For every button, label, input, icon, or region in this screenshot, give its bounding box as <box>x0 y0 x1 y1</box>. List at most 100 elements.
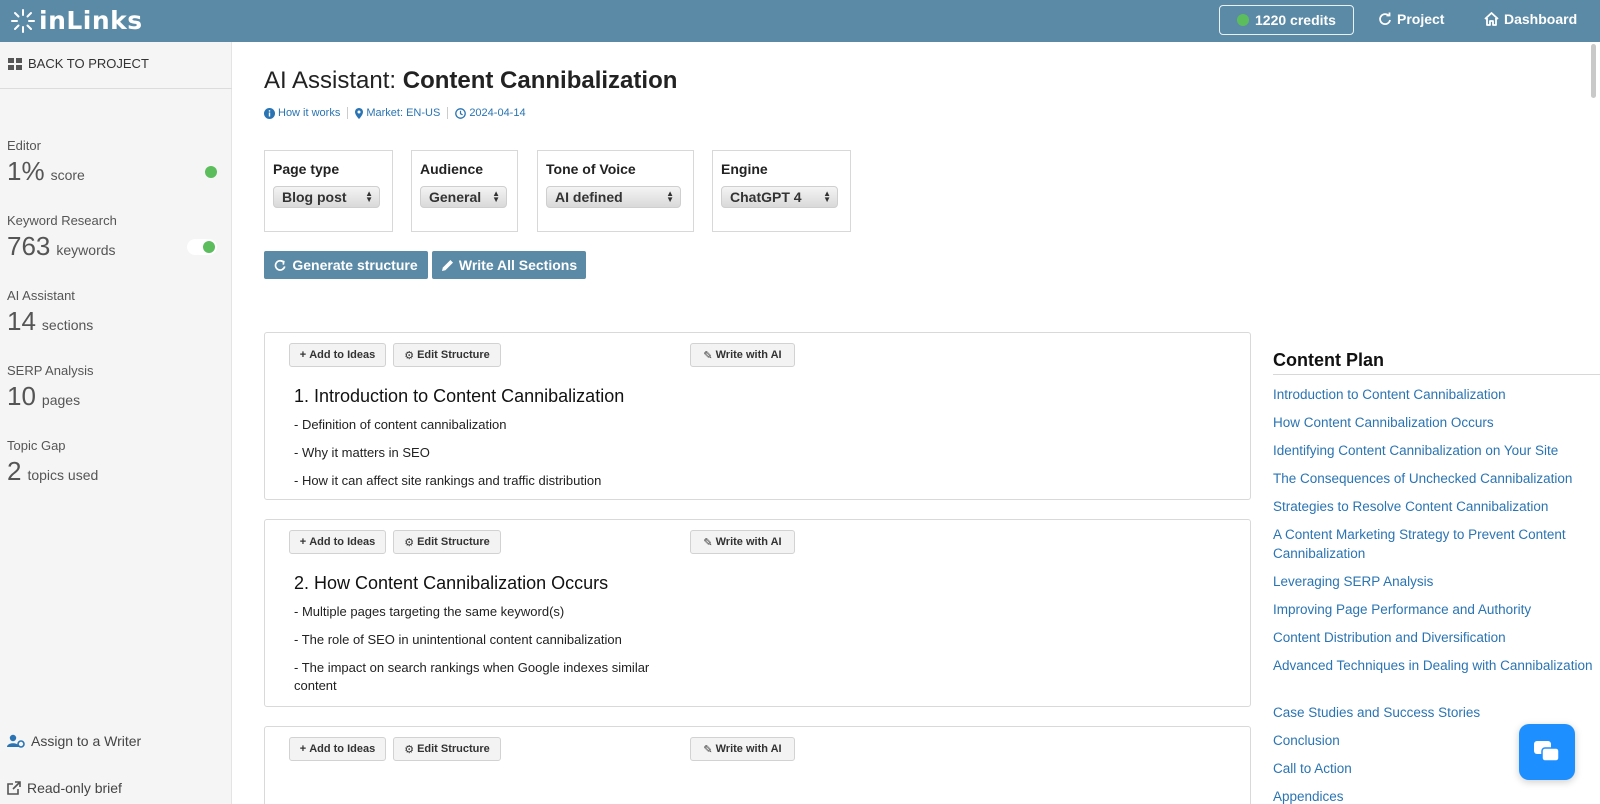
assign-writer-label: Assign to a Writer <box>31 733 142 749</box>
plan-item[interactable]: Appendices <box>1273 787 1593 804</box>
sidebar: BACK TO PROJECT Editor 1% score Keyword … <box>0 42 232 804</box>
add-to-ideas-button[interactable]: + Add to Ideas <box>289 343 386 367</box>
stat-label: Editor <box>7 138 41 153</box>
gear-icon: ⚙ <box>404 743 415 756</box>
sunburst-logo-icon <box>11 8 35 33</box>
engine-option: Engine ChatGPT 4 ▲ ▼ <box>712 150 851 232</box>
section-bullet: - Multiple pages targeting the same keyw… <box>294 604 565 619</box>
plan-item[interactable]: Identifying Content Cannibalization on Y… <box>1273 441 1593 460</box>
write-all-sections-label: Write All Sections <box>458 257 578 273</box>
home-icon <box>1484 12 1499 26</box>
edit-structure-button[interactable]: ⚙ Edit Structure <box>393 737 501 761</box>
info-icon <box>264 107 275 119</box>
select-value: AI defined <box>555 189 623 205</box>
stat-unit: pages <box>41 392 81 408</box>
select-value: General <box>429 189 482 205</box>
credits-label: 1220 credits <box>1255 12 1336 28</box>
refresh-icon <box>1379 12 1391 25</box>
nav-project[interactable]: Project <box>1378 11 1444 27</box>
section-title: 2. How Content Cannibalization Occurs <box>294 573 609 593</box>
nav-dashboard[interactable]: Dashboard <box>1484 11 1577 27</box>
status-toggle[interactable] <box>187 239 217 255</box>
option-label: Tone of Voice <box>546 161 636 177</box>
back-to-project-label: BACK TO PROJECT <box>28 56 149 71</box>
stat-topic-gap[interactable]: Topic Gap 2 topics used <box>7 438 217 486</box>
engine-select[interactable]: ChatGPT 4 ▲ ▼ <box>721 186 838 208</box>
plan-item[interactable]: Advanced Techniques in Dealing with Cann… <box>1273 656 1593 675</box>
status-dot <box>203 241 215 253</box>
button-label: Add to Ideas <box>309 743 376 755</box>
assign-writer-link[interactable]: Assign to a Writer <box>7 733 141 749</box>
plan-item[interactable]: Introduction to Content Cannibalization <box>1273 385 1593 404</box>
select-arrows-icon: ▲ ▼ <box>365 189 373 204</box>
plan-item[interactable]: Strategies to Resolve Content Cannibaliz… <box>1273 497 1593 516</box>
stat-unit: topics used <box>27 467 99 483</box>
stat-ai-assistant[interactable]: AI Assistant 14 sections <box>7 288 217 336</box>
select-arrows-icon: ▲ ▼ <box>492 189 500 204</box>
button-label: Edit Structure <box>417 743 490 755</box>
gear-icon: ⚙ <box>404 349 415 362</box>
option-label: Page type <box>273 161 340 177</box>
stat-label: AI Assistant <box>7 288 75 303</box>
pencil-icon: ✎ <box>703 349 713 362</box>
page-title-prefix: AI Assistant: <box>264 67 397 94</box>
pencil-icon: ✎ <box>703 536 713 549</box>
stat-unit: sections <box>41 317 94 333</box>
section-bullet: - Why it matters in SEO <box>294 445 430 460</box>
select-arrows-icon: ▲ ▼ <box>666 189 674 204</box>
pencil-icon <box>441 259 453 271</box>
generate-structure-button[interactable]: Generate structure <box>264 251 428 279</box>
write-all-sections-button[interactable]: Write All Sections <box>432 251 586 279</box>
stat-serp-analysis[interactable]: SERP Analysis 10 pages <box>7 363 217 411</box>
map-marker-icon <box>355 107 364 119</box>
plan-item[interactable]: Case Studies and Success Stories <box>1273 703 1593 722</box>
section-bullet: - Definition of content cannibalization <box>294 417 507 432</box>
stat-keyword-research[interactable]: Keyword Research 763 keywords <box>7 213 217 261</box>
stat-value: 14 <box>7 306 36 336</box>
section-bullet: - The impact on search rankings when Goo… <box>294 660 650 693</box>
add-to-ideas-button[interactable]: + Add to Ideas <box>289 530 386 554</box>
stat-value: 763 <box>7 231 51 261</box>
logo[interactable]: inLinks <box>10 6 143 35</box>
stat-value: 1% <box>7 156 45 186</box>
write-with-ai-button[interactable]: ✎ Write with AI <box>690 343 795 367</box>
how-it-works-label: How it works <box>278 107 341 119</box>
back-to-project-link[interactable]: BACK TO PROJECT <box>8 56 149 71</box>
plan-item[interactable]: How Content Cannibalization Occurs <box>1273 413 1593 432</box>
page-title-topic: Content Cannibalization <box>402 67 678 94</box>
section-card: + Add to Ideas ⚙ Edit Structure ✎ Write … <box>264 519 1251 707</box>
button-label: Edit Structure <box>417 536 490 548</box>
stat-label: SERP Analysis <box>7 363 94 378</box>
audience-select[interactable]: General ▲ ▼ <box>420 186 507 208</box>
page-type-select[interactable]: Blog post ▲ ▼ <box>273 186 380 208</box>
tone-of-voice-option: Tone of Voice AI defined ▲ ▼ <box>537 150 694 232</box>
option-label: Audience <box>420 161 484 177</box>
plan-item[interactable]: Content Distribution and Diversification <box>1273 628 1593 647</box>
logo-text: inLinks <box>39 6 143 35</box>
button-label: Edit Structure <box>417 349 490 361</box>
plan-item[interactable]: Improving Page Performance and Authority <box>1273 600 1593 619</box>
edit-structure-button[interactable]: ⚙ Edit Structure <box>393 530 501 554</box>
page-type-option: Page type Blog post ▲ ▼ <box>264 150 393 232</box>
read-only-brief-link[interactable]: Read-only brief <box>7 780 122 796</box>
scrollbar-thumb[interactable] <box>1591 44 1596 98</box>
tone-of-voice-select[interactable]: AI defined ▲ ▼ <box>546 186 681 208</box>
refresh-icon <box>275 259 286 271</box>
plan-item[interactable]: The Consequences of Unchecked Cannibaliz… <box>1273 469 1593 488</box>
plan-item[interactable]: A Content Marketing Strategy to Prevent … <box>1273 525 1593 563</box>
page-title: AI Assistant: Content Cannibalization <box>264 67 677 95</box>
stat-editor[interactable]: Editor 1% score <box>7 138 217 186</box>
plan-item[interactable]: Leveraging SERP Analysis <box>1273 572 1593 591</box>
meta-separator <box>447 107 449 119</box>
write-with-ai-button[interactable]: ✎ Write with AI <box>690 530 795 554</box>
generate-structure-label: Generate structure <box>292 257 418 273</box>
pencil-icon: ✎ <box>703 743 713 756</box>
select-arrows-icon: ▲ ▼ <box>823 189 831 204</box>
stat-label: Topic Gap <box>7 438 66 453</box>
add-to-ideas-button[interactable]: + Add to Ideas <box>289 737 386 761</box>
how-it-works-link[interactable]: How it works <box>264 107 340 119</box>
edit-structure-button[interactable]: ⚙ Edit Structure <box>393 343 501 367</box>
credits-badge[interactable]: 1220 credits <box>1219 5 1354 35</box>
chat-widget-button[interactable] <box>1519 724 1575 780</box>
write-with-ai-button[interactable]: ✎ Write with AI <box>690 737 795 761</box>
